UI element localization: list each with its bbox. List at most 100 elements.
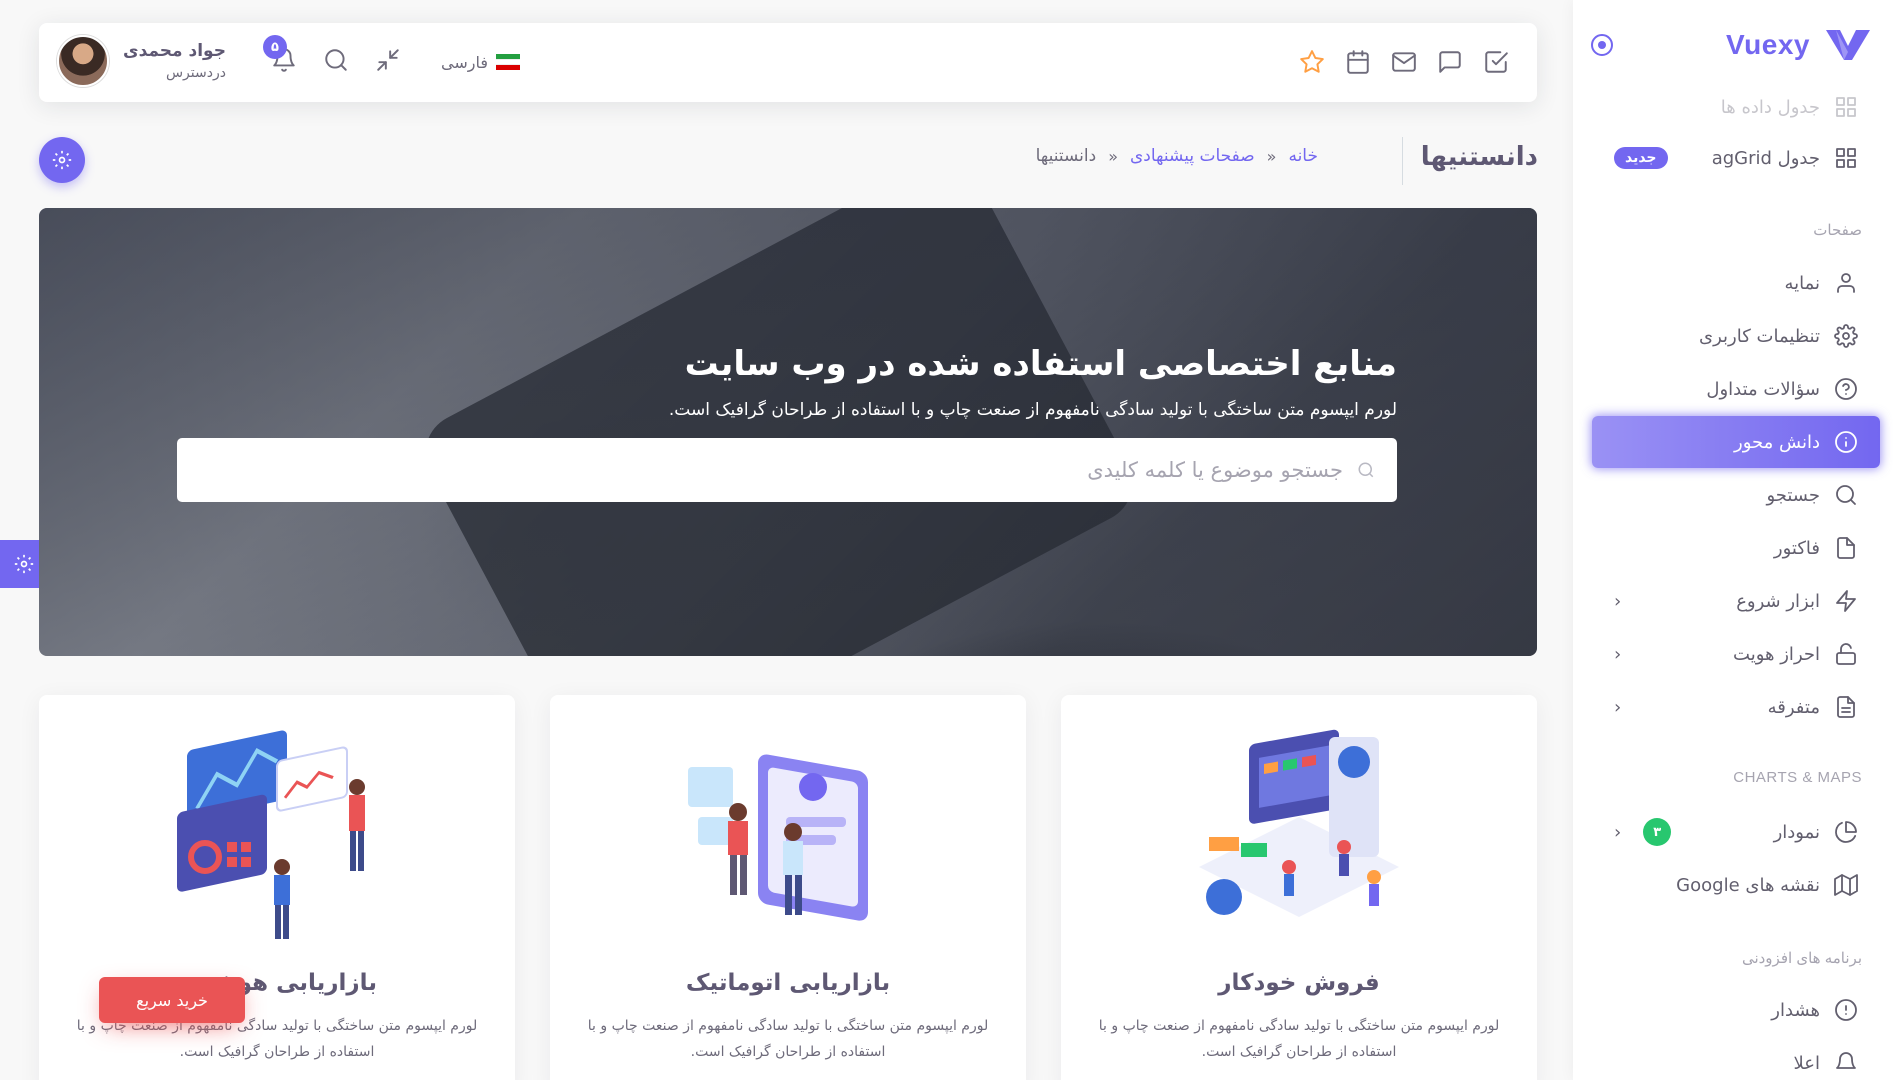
sidebar-item-faq[interactable]: سؤالات متداول bbox=[1592, 363, 1880, 415]
minimize-icon[interactable] bbox=[375, 47, 401, 77]
user-status: دردسترس bbox=[165, 65, 226, 81]
chevron-left-icon: › bbox=[1614, 821, 1622, 843]
hero-title: منابع اختصاصی استفاده شده در وب سایت bbox=[684, 344, 1397, 384]
navbar-actions: ۵ فارسی bbox=[263, 35, 520, 77]
map-icon bbox=[1834, 873, 1858, 897]
sidebar-item-profile[interactable]: نمایه bbox=[1592, 257, 1880, 309]
new-badge: جدید bbox=[1614, 147, 1668, 169]
knowledge-search-input[interactable] bbox=[199, 458, 1343, 482]
breadcrumb-separator: « bbox=[1108, 146, 1118, 166]
gear-icon bbox=[1834, 324, 1858, 348]
kb-card-sales-automation[interactable]: فروش خودکار لورم ایپسوم متن ساختگی با تو… bbox=[1061, 695, 1537, 1080]
kb-card-marketing-automation[interactable]: بازاریابی اتوماتیک لورم ایپسوم متن ساختگ… bbox=[550, 695, 1026, 1080]
knowledge-base-hero: منابع اختصاصی استفاده شده در وب سایت لور… bbox=[39, 208, 1537, 656]
mail-icon[interactable] bbox=[1391, 49, 1417, 79]
breadcrumb-separator: « bbox=[1266, 146, 1277, 166]
chevron-left-icon: › bbox=[1614, 643, 1622, 665]
vuexy-logo-icon bbox=[1826, 30, 1870, 60]
sidebar-item-starter-kit[interactable]: ابزار شروع › bbox=[1592, 575, 1880, 627]
sidebar-item-datatable[interactable]: جدول داده ها bbox=[1592, 81, 1880, 133]
sidebar-item-charts[interactable]: نمودار ۳ › bbox=[1592, 806, 1880, 858]
pie-chart-icon bbox=[1834, 820, 1858, 844]
search-icon bbox=[1834, 483, 1858, 507]
section-header-extensions: برنامه های افزودنی bbox=[1741, 950, 1862, 967]
card-title: بازاریابی اتوماتیک bbox=[685, 970, 891, 996]
sidebar-item-label: فاکتور bbox=[1773, 537, 1820, 559]
grid-icon bbox=[1834, 146, 1858, 170]
sidebar-item-label: سؤالات متداول bbox=[1706, 378, 1820, 400]
section-header-charts-maps: CHARTS & MAPS bbox=[1733, 769, 1862, 786]
language-label: فارسی bbox=[441, 52, 488, 72]
brand-name: Vuexy bbox=[1726, 29, 1810, 60]
settings-dropdown-button[interactable] bbox=[39, 137, 85, 183]
sidebar-item-label: هشدار bbox=[1771, 999, 1820, 1021]
star-icon[interactable] bbox=[1299, 49, 1325, 79]
search-icon[interactable] bbox=[323, 47, 349, 77]
notification-bell[interactable]: ۵ bbox=[263, 35, 297, 77]
file-text-icon bbox=[1834, 695, 1858, 719]
sidebar-item-label: احراز هویت bbox=[1733, 643, 1820, 665]
sidebar-item-authentication[interactable]: احراز هویت › bbox=[1592, 628, 1880, 680]
sidebar-item-label: جدول داده ها bbox=[1720, 96, 1820, 118]
search-icon bbox=[1358, 462, 1374, 478]
sidebar-item-label: جدول agGrid bbox=[1711, 147, 1820, 169]
user-dropdown[interactable]: جواد محمدی دردسترس bbox=[57, 35, 226, 87]
breadcrumb-current: دانستنیها bbox=[1035, 146, 1097, 166]
knowledge-search-box bbox=[177, 438, 1397, 502]
sales-automation-illustration bbox=[1199, 729, 1399, 917]
check-square-icon[interactable] bbox=[1483, 49, 1509, 79]
sidebar-item-label: نمایه bbox=[1784, 272, 1820, 294]
chevron-left-icon: › bbox=[1614, 696, 1622, 718]
section-header-pages: صفحات bbox=[1813, 222, 1862, 239]
sidebar-item-account-settings[interactable]: تنظیمات کاربری bbox=[1592, 310, 1880, 362]
alert-circle-icon bbox=[1834, 998, 1858, 1022]
bookmark-icons bbox=[1299, 49, 1509, 79]
card-text: لورم ایپسوم متن ساختگی با تولید سادگی نا… bbox=[587, 1018, 989, 1060]
breadcrumb: خانه « صفحات پیشنهادی « دانستنیها bbox=[1036, 146, 1318, 166]
notification-count-badge: ۵ bbox=[263, 35, 287, 59]
buy-now-button[interactable]: خرید سریع bbox=[99, 977, 245, 1023]
sidebar-item-label: متفرقه bbox=[1767, 696, 1820, 718]
gear-icon bbox=[52, 150, 72, 170]
sidebar-item-label: اعلا bbox=[1793, 1052, 1820, 1074]
sidebar-item-misc[interactable]: متفرقه › bbox=[1592, 681, 1880, 733]
grid-icon bbox=[1834, 95, 1858, 119]
hero-subtitle: لورم ایپسوم متن ساختگی با تولید سادگی نا… bbox=[668, 400, 1397, 420]
unlock-icon bbox=[1834, 642, 1858, 666]
sidebar-item-label: جستجو bbox=[1766, 484, 1820, 506]
breadcrumb-parent[interactable]: صفحات پیشنهادی bbox=[1130, 146, 1255, 166]
sidebar-item-knowledge-base[interactable]: دانش محور bbox=[1592, 416, 1880, 468]
calendar-icon[interactable] bbox=[1345, 49, 1371, 79]
top-navbar: جواد محمدی دردسترس ۵ فارسی bbox=[39, 23, 1537, 102]
brand[interactable]: Vuexy bbox=[1726, 28, 1870, 62]
message-icon[interactable] bbox=[1437, 49, 1463, 79]
smart-marketing-illustration bbox=[177, 730, 365, 939]
card-title: فروش خودکار bbox=[1218, 970, 1380, 996]
iran-flag-icon bbox=[496, 54, 520, 71]
sidebar-item-google-maps[interactable]: نقشه های Google bbox=[1592, 859, 1880, 911]
sidebar-item-label: تنظیمات کاربری bbox=[1699, 325, 1820, 347]
bell-icon bbox=[1834, 1051, 1858, 1075]
charts-count-badge: ۳ bbox=[1643, 818, 1672, 846]
sidebar: Vuexy جدول داده ها جدول agGrid جدید صفحا… bbox=[1573, 0, 1898, 1080]
sidebar-toggle-icon[interactable] bbox=[1591, 34, 1613, 56]
user-name: جواد محمدی bbox=[123, 41, 226, 61]
gear-icon bbox=[14, 554, 34, 574]
sidebar-item-partial[interactable]: اعلا bbox=[1592, 1037, 1880, 1080]
info-icon bbox=[1834, 430, 1858, 454]
card-text: لورم ایپسوم متن ساختگی با تولید سادگی نا… bbox=[1098, 1018, 1500, 1060]
sidebar-item-search[interactable]: جستجو bbox=[1592, 469, 1880, 521]
marketing-automation-illustration bbox=[688, 754, 868, 921]
sidebar-item-aggrid[interactable]: جدول agGrid جدید bbox=[1592, 132, 1880, 184]
sidebar-item-label: نقشه های Google bbox=[1676, 874, 1820, 896]
chevron-left-icon: › bbox=[1614, 590, 1622, 612]
sidebar-item-alert[interactable]: هشدار bbox=[1592, 984, 1880, 1036]
help-circle-icon bbox=[1834, 377, 1858, 401]
user-icon bbox=[1834, 271, 1858, 295]
breadcrumb-home[interactable]: خانه bbox=[1288, 146, 1318, 166]
file-icon bbox=[1834, 536, 1858, 560]
sidebar-item-label: نمودار bbox=[1773, 821, 1820, 843]
sidebar-item-invoice[interactable]: فاکتور bbox=[1592, 522, 1880, 574]
zap-icon bbox=[1834, 589, 1858, 613]
language-selector[interactable]: فارسی bbox=[441, 53, 520, 72]
